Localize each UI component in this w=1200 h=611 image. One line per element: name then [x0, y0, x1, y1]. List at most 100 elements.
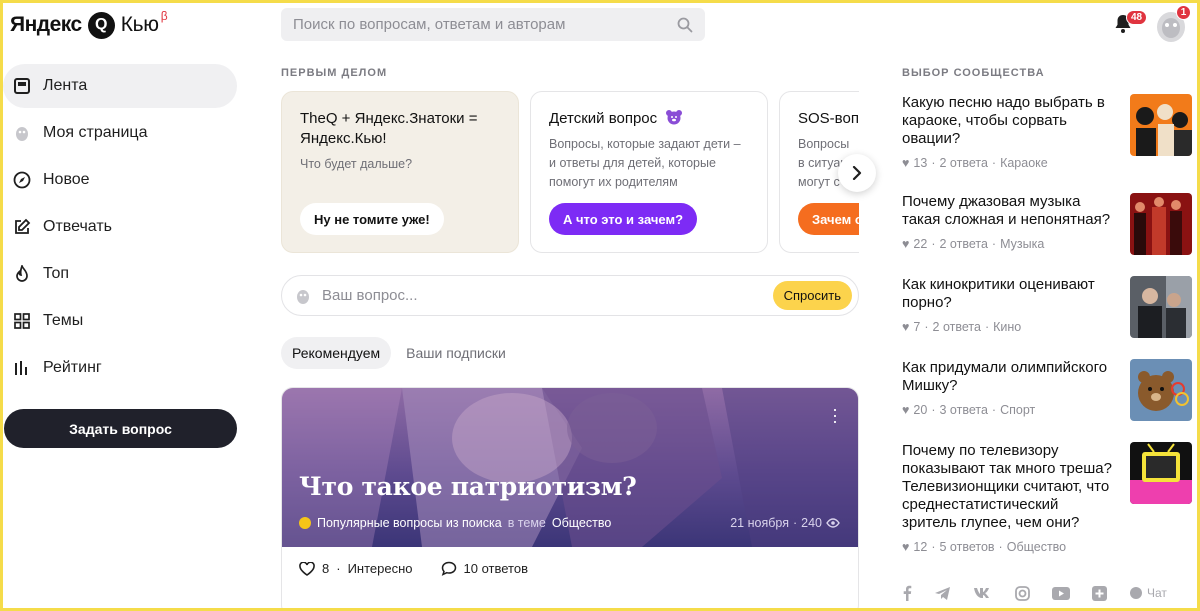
post-title[interactable]: Что такое патриотизм? — [299, 472, 637, 501]
sidebar-item-top[interactable]: Топ — [0, 252, 237, 296]
post-source[interactable]: Популярные вопросы из поиска — [317, 516, 502, 530]
sidebar-item-label: Отвечать — [43, 218, 113, 235]
topic-link[interactable]: Кино — [993, 320, 1021, 334]
feed-post[interactable]: · · · Что такое патриотизм? Популярные воп… — [281, 387, 859, 611]
first-things-caption: ПЕРВЫМ ДЕЛОМ — [281, 67, 388, 79]
chevron-right-icon — [852, 166, 862, 180]
card-subtitle: Вопросы, которые задают дети – и ответы … — [549, 137, 741, 189]
tv-thumbnail[interactable] — [1130, 442, 1192, 504]
topic-link[interactable]: Общество — [1007, 540, 1066, 554]
community-question[interactable]: Почему джазовая музыка такая сложная и н… — [902, 193, 1117, 229]
separator-dot: · — [792, 516, 798, 530]
sidebar-item-themes[interactable]: Темы — [0, 299, 237, 343]
card-button[interactable]: А что это и зачем? — [549, 203, 698, 235]
sidebar-item-new[interactable]: Новое — [0, 158, 237, 202]
separator-dot: · — [931, 403, 936, 417]
logo-q-mark: Q — [87, 11, 115, 39]
notifications-badge: 48 — [1126, 10, 1148, 25]
sidebar-item-feed[interactable]: Лента — [3, 64, 237, 108]
search-input[interactable] — [293, 16, 677, 33]
answers-button[interactable]: 10 ответов — [441, 561, 528, 576]
post-menu-icon[interactable]: · · · — [832, 400, 838, 430]
search-icon[interactable] — [677, 17, 693, 33]
community-question[interactable]: Какую песню надо выбрать в караоке, чтоб… — [902, 94, 1117, 148]
promo-card-theq[interactable]: TheQ + Яндекс.Знатоки = Яндекс.Кью! Что … — [281, 91, 519, 253]
compass-icon — [12, 171, 31, 190]
like-button[interactable]: 8 · Интересно — [299, 561, 413, 576]
separator-dot: · — [931, 156, 936, 170]
question-input[interactable] — [322, 287, 763, 304]
ask-question-button[interactable]: Задать вопрос — [4, 409, 237, 448]
topic-link[interactable]: Караоке — [1000, 156, 1048, 170]
social-links: Чат — [902, 585, 1167, 601]
topic-link[interactable]: Музыка — [1000, 237, 1044, 251]
post-in-theme: в теме — [507, 516, 546, 530]
card-subtitle: Что будет дальше? — [300, 157, 413, 171]
ask-submit-button[interactable]: Спросить — [772, 281, 852, 310]
chat-link[interactable]: Чат — [1129, 586, 1167, 600]
community-item[interactable]: Какую песню надо выбрать в караоке, чтоб… — [902, 94, 1192, 170]
profile-icon — [12, 124, 31, 143]
cinema-thumbnail[interactable] — [1130, 276, 1192, 338]
post-theme[interactable]: Общество — [552, 516, 611, 530]
community-choice-caption: ВЫБОР СООБЩЕСТВА — [902, 67, 1045, 79]
feed-tabs: Рекомендуем Ваши подписки — [281, 337, 517, 369]
separator-dot: · — [998, 540, 1003, 554]
separator-dot: · — [991, 403, 997, 417]
youtube-icon[interactable] — [1052, 586, 1070, 600]
sidebar-item-answer[interactable]: Отвечать — [0, 205, 237, 249]
community-item[interactable]: Как придумали олимпийского Мишку? ♥ 20 ·… — [902, 359, 1192, 421]
separator-dot: · — [991, 156, 997, 170]
card-title: TheQ + Яндекс.Знатоки = Яндекс.Кью! — [300, 110, 478, 147]
profile-badge: 1 — [1176, 5, 1191, 20]
teddy-bear-icon — [666, 110, 683, 125]
add-icon[interactable] — [1092, 585, 1107, 601]
ask-question-field[interactable]: Спросить — [281, 275, 859, 316]
community-item[interactable]: Как кинокритики оценивают порно? ♥ 7 · 2… — [902, 276, 1192, 338]
topic-link[interactable]: Спорт — [1000, 403, 1035, 417]
tab-recommended[interactable]: Рекомендуем — [281, 337, 392, 369]
community-item[interactable]: Почему джазовая музыка такая сложная и н… — [902, 193, 1192, 255]
community-question[interactable]: Как придумали олимпийского Мишку? — [902, 359, 1117, 395]
chat-label: Чат — [1147, 586, 1167, 600]
heart-icon: ♥ — [902, 237, 910, 251]
grid-icon — [12, 312, 31, 331]
carousel-next-button[interactable] — [838, 154, 876, 192]
tab-subscriptions[interactable]: Ваши подписки — [395, 337, 517, 369]
likes-count: 20 — [913, 403, 928, 417]
olympic-bear-thumbnail[interactable] — [1130, 359, 1192, 421]
likes-count: 22 — [913, 237, 928, 251]
vk-icon[interactable] — [973, 587, 993, 599]
promo-card-kids[interactable]: Детский вопрос Вопросы, которые задают д… — [530, 91, 768, 253]
search-source-icon — [299, 517, 311, 529]
search-bar[interactable] — [281, 8, 705, 41]
post-meta: Популярные вопросы из поиска в теме Обще… — [299, 516, 840, 530]
karaoke-thumbnail[interactable] — [1130, 94, 1192, 156]
sidebar-item-rating[interactable]: Рейтинг — [0, 346, 237, 390]
edit-icon — [12, 218, 31, 237]
card-title: SOS-вопр — [798, 110, 859, 127]
card-title-text: Детский вопрос — [549, 110, 658, 127]
jazz-thumbnail[interactable] — [1130, 193, 1192, 255]
likes-count: 7 — [913, 320, 921, 334]
card-button[interactable]: Зачем о — [798, 203, 859, 235]
post-views: 240 — [801, 516, 822, 530]
facebook-icon[interactable] — [902, 585, 912, 601]
card-button[interactable]: Ну не томите уже! — [300, 203, 444, 235]
community-question[interactable]: Почему по телевизору показывают так мног… — [902, 442, 1117, 532]
card-title: Детский вопрос — [549, 109, 749, 129]
sidebar-item-my-page[interactable]: Моя страница — [0, 111, 237, 155]
heart-icon: ♥ — [902, 403, 910, 417]
separator-dot: · — [931, 237, 936, 251]
yandex-q-logo[interactable]: Яндекс Q Кью β — [10, 8, 172, 42]
community-meta: ♥ 12 · 5 ответов · Общество — [902, 540, 1192, 554]
community-item[interactable]: Почему по телевизору показывают так мног… — [902, 442, 1192, 554]
community-question[interactable]: Как кинокритики оценивают порно? — [902, 276, 1117, 312]
instagram-icon[interactable] — [1015, 585, 1030, 601]
heart-icon: ♥ — [902, 156, 910, 170]
community-meta: ♥ 13 · 2 ответа · Караоке — [902, 156, 1192, 170]
separator-dot: · — [336, 561, 341, 576]
telegram-icon[interactable] — [934, 586, 951, 601]
promo-carousel: TheQ + Яндекс.Знатоки = Яндекс.Кью! Что … — [281, 91, 859, 254]
post-cover-image: · · · Что такое патриотизм? Популярные воп… — [282, 388, 858, 547]
